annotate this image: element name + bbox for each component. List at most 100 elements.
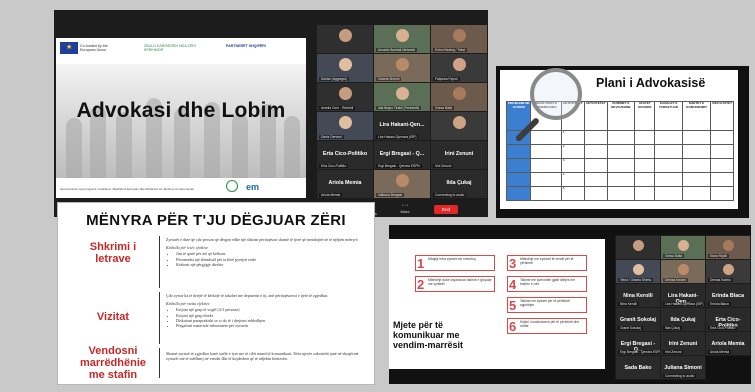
table-cell: 1.	[560, 130, 585, 145]
participant-tile[interactable]: Ergi Bregasi - Q... Ergi Bregasi - Qendra…	[615, 331, 661, 356]
participant-tile[interactable]: Lira Hakani-Qen... Lira Hakani-Gjemzta (I…	[660, 283, 706, 308]
participant-video	[339, 58, 352, 71]
table-cell	[654, 186, 683, 201]
vizitat-subtitle: Këshilla për vizita efektive	[166, 301, 210, 307]
participant-tile[interactable]: Grisela Sheshi	[373, 53, 431, 83]
participant-video	[339, 87, 352, 100]
participant-tile[interactable]: Deniz Derveni	[316, 111, 374, 141]
participant-label: Granit Sokolaj	[618, 326, 643, 330]
menyra-title: MËNYRA PËR T'JU DËGJUAR ZËRI	[86, 212, 346, 229]
participant-tile[interactable]: Gresa Balla	[660, 235, 706, 260]
table-cell	[681, 172, 712, 187]
table-cell	[710, 158, 734, 173]
slide-title: Advokasi dhe Lobim	[76, 99, 286, 122]
participant-tile[interactable]: Denisa Kerani	[660, 259, 706, 284]
participant-tile[interactable]: Nina Kerolli Nina Kerolli	[615, 283, 661, 308]
participant-tile[interactable]: Amelia Cerri - Rerbelli	[316, 82, 374, 112]
table-cell	[710, 172, 734, 187]
participant-label: Erta Cico-Politiko	[319, 164, 349, 168]
participant-tile[interactable]: Ariola Memia Ariola Memia	[705, 331, 751, 356]
tool-box-3: 3 Mbledhje me zyrtarët të vendit për të p…	[507, 255, 587, 271]
zoom-window-plani: Plani i Advokasisë PROBLEMI NË AVOKIM REZ…	[496, 66, 749, 218]
participant-label: Ariola Memia	[708, 350, 732, 354]
participant-tile[interactable]	[316, 24, 374, 54]
participant-label: Denisa Kerani	[663, 278, 688, 282]
table-cell: 3.	[560, 158, 585, 173]
table-row: 3.	[505, 158, 734, 173]
table-cell	[583, 130, 608, 145]
table-cell	[606, 144, 636, 159]
participant-video	[678, 240, 689, 251]
participant-label: Deniz Derveni	[319, 135, 344, 139]
participant-name: Nina Kerolli	[623, 293, 653, 299]
box-number: 5	[509, 298, 517, 313]
magnifier-icon	[530, 68, 582, 120]
participant-tile[interactable]	[430, 111, 488, 141]
table-cell	[710, 144, 734, 159]
table-cell	[654, 158, 683, 173]
tool-box-2: 2 Mbledhje duke organizuar takime e grupu…	[415, 276, 495, 292]
table-cell	[583, 144, 608, 159]
participant-tile[interactable]: Ilda Çukaj Connecting to audio	[430, 169, 488, 199]
box-number: 2	[417, 277, 425, 292]
participant-video	[396, 87, 409, 100]
table-header: MJETET E KOMUNIKIMIT	[681, 101, 712, 131]
participant-label: Kiara Rrjolli	[708, 254, 729, 258]
participant-tile[interactable]: Erinda Blaca Erinda Blaca	[705, 283, 751, 308]
participant-tile[interactable]: Erta Cico-Politiko Erta Cico-Politiko	[705, 307, 751, 332]
participant-video	[453, 116, 466, 129]
participant-name: Juliana Simoni	[664, 365, 702, 371]
participant-tile[interactable]: Juliana Simoni Connecting to audio	[660, 355, 706, 380]
participant-tile[interactable]: Arnaldo Bushati Mehmeti	[373, 24, 431, 54]
participant-label: Amelia Cerri - Rerbelli	[319, 106, 356, 110]
participant-tile[interactable]: Granit Sokolaj Granit Sokolaj	[615, 307, 661, 332]
participant-tile[interactable]: Ilda Çukaj Ilda Çukaj	[660, 307, 706, 332]
participant-tile[interactable]: Tekst / Grisela Shehu	[615, 259, 661, 284]
participant-tile[interactable]: Kiara Rrjolli	[705, 235, 751, 260]
participant-tile[interactable]: Irini Zenuni Irini Zenuni	[660, 331, 706, 356]
table-cell	[710, 130, 734, 145]
participant-tile[interactable]: Ariola Memia Ariola Memia	[316, 169, 374, 199]
participant-label: Nina Kerolli	[618, 302, 639, 306]
shkrimi-subtitle: Këshilla për letër efektive	[166, 245, 209, 251]
participant-tile[interactable]: Idia Brapo Tirakli (Partnerët)	[373, 82, 431, 112]
section-shkrimi: Zyrtarët e dinë që çdo person që dërgon …	[166, 237, 362, 267]
table-cell: 4.	[560, 172, 585, 187]
participant-label: Valbona Bregasi	[376, 193, 404, 197]
table-cell	[505, 144, 532, 159]
box-text: Takime me komunitet gjatë lidhjes me fus…	[520, 278, 575, 286]
participant-video	[633, 264, 644, 275]
table-cell	[606, 186, 636, 201]
box-text: Mbledhje duke organizuar takime e grupua…	[428, 278, 492, 286]
participant-tile[interactable]: Fatjonka Fsjorri	[430, 53, 488, 83]
participant-tile[interactable]	[615, 235, 661, 260]
table-cell	[606, 158, 636, 173]
participant-label: Tekst / Grisela Shehu	[618, 278, 654, 282]
participant-label: Grisela Sheshi	[376, 77, 402, 81]
participant-tile[interactable]: Gresa Balla	[430, 82, 488, 112]
table-cell	[634, 144, 656, 159]
participant-tile[interactable]: Valbona Bregasi	[373, 169, 431, 199]
participant-tile[interactable]: Sada Bako	[615, 355, 661, 380]
table-cell	[530, 158, 562, 173]
participant-tile[interactable]: Dektar (Aggregul)	[316, 53, 374, 83]
participant-tile[interactable]: Ergi Bregasi - Q... Ergi Bregasi - Qendra…	[373, 140, 431, 170]
participant-label: Denisa Kadriu	[708, 278, 733, 282]
tool-box-5: 5 Takime me zyrtarë për të përfshirë zgje…	[507, 297, 587, 313]
end-meeting-button[interactable]: End	[434, 205, 458, 214]
table-row: 5.	[505, 186, 734, 201]
participant-label: Ariola Memia	[319, 193, 343, 197]
tool-box-6: 6 Krijimi i koalicioneve për të përfshirë…	[507, 318, 587, 334]
participant-tile[interactable]: Denisa Kadriu	[705, 259, 751, 284]
em-logo: em	[246, 182, 260, 192]
participant-tile[interactable]: Enton Beshaj / Tekst	[430, 24, 488, 54]
table-cell	[681, 186, 712, 201]
participant-label: Enton Beshaj / Tekst	[433, 48, 467, 52]
plani-table: PROBLEMI NË AVOKIM REZULTATET E DËSHIRUAR…	[505, 101, 734, 201]
more-button[interactable]: ··· More	[390, 202, 420, 214]
participant-tile[interactable]: Lira Hakani-Qen... Lira Hakani-Gjemzta (I…	[373, 111, 431, 141]
participant-video	[453, 87, 466, 100]
eu-logo-text: Co-funded by the European Union	[80, 44, 108, 52]
participant-tile[interactable]: Erta Cico-Politiko Erta Cico-Politiko	[316, 140, 374, 170]
participant-tile[interactable]: Irini Zenuni Irini Zenuni	[430, 140, 488, 170]
